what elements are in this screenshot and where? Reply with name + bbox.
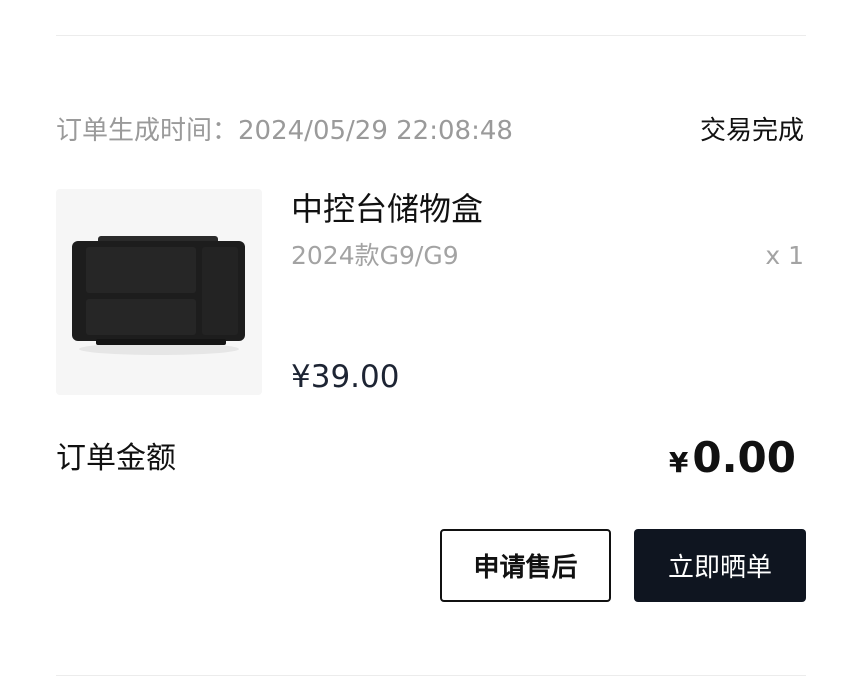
product-variant: 2024款G9/G9 [291,241,459,270]
order-time-label: 订单生成时间： [56,116,239,146]
bottom-divider [56,675,806,676]
order-total-label: 订单金额 [56,441,176,476]
order-time: 订单生成时间：2024/05/29 22:08:48 [56,113,513,149]
share-review-button[interactable]: 立即晒单 [634,529,806,602]
total-value: 0.00 [692,433,796,482]
order-card: 订单生成时间：2024/05/29 22:08:48 交易完成 中控台储物盒 2… [0,0,860,678]
currency-symbol: ¥ [668,446,689,479]
order-total-amount: ¥0.00 [669,432,796,484]
storage-box-image [56,189,262,395]
product-name[interactable]: 中控台储物盒 [291,187,483,231]
after-sale-button[interactable]: 申请售后 [440,529,611,602]
product-price: ¥39.00 [291,359,400,395]
top-divider [56,35,806,36]
order-status: 交易完成 [699,116,804,146]
product-thumbnail[interactable] [56,189,262,395]
product-quantity: x 1 [765,241,804,270]
order-time-value: 2024/05/29 22:08:48 [238,116,513,146]
